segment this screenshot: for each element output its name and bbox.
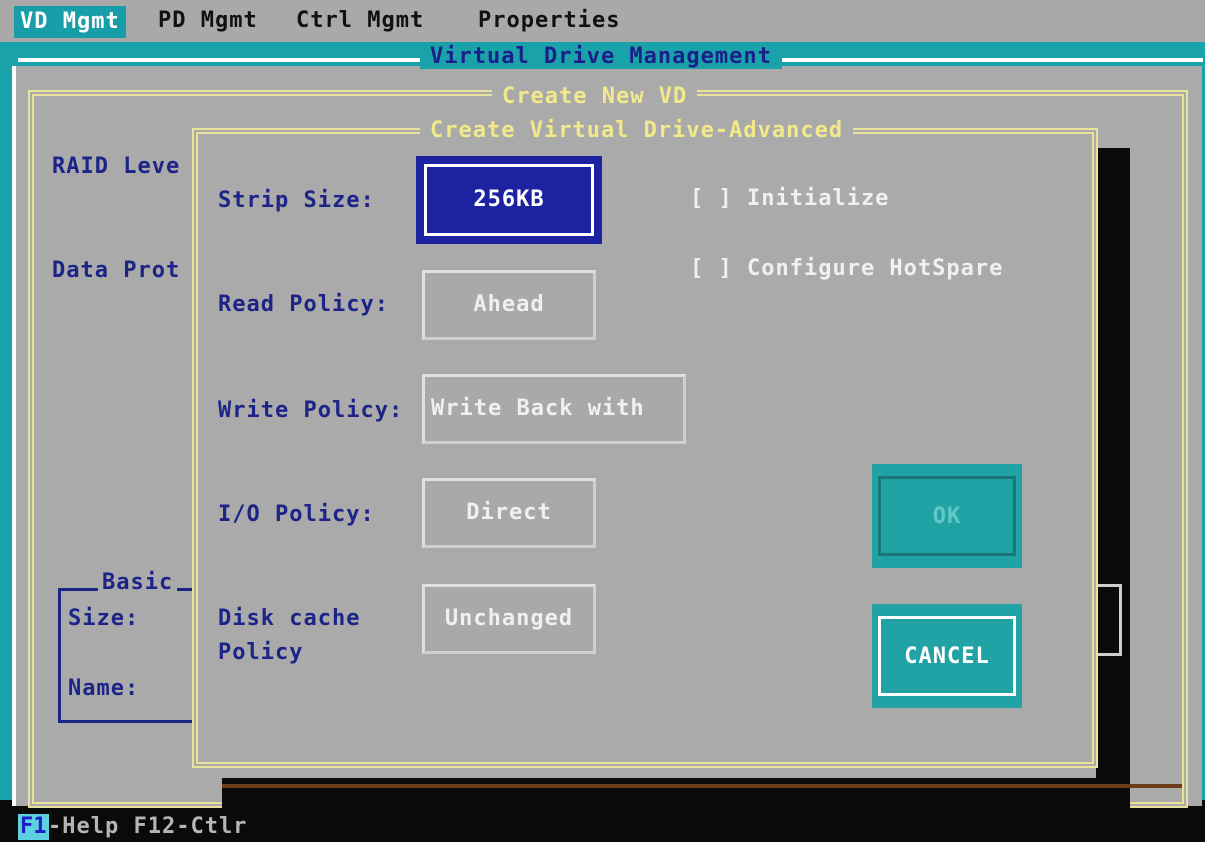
menu-ctrl-mgmt[interactable]: Ctrl Mgmt [296,8,424,33]
window-title: Virtual Drive Management [420,44,782,69]
basic-group-title: Basic [98,570,178,595]
write-policy-select[interactable]: Write Back with [422,374,686,444]
size-label: Size: [68,606,140,631]
strip-size-label: Strip Size: [218,188,375,213]
configure-hotspare-checkbox[interactable]: [ ] Configure HotSpare [690,256,1003,281]
menu-bar: VD Mgmt PD Mgmt Ctrl Mgmt Properties [0,0,1205,42]
raid-level-label: RAID Leve [52,154,181,179]
menu-vd-mgmt[interactable]: VD Mgmt [14,6,126,38]
f1-help-key[interactable]: F1 [18,814,49,840]
cancel-button-label: CANCEL [878,616,1016,696]
ok-button-label: OK [878,476,1016,556]
advanced-dialog-title: Create Virtual Drive-Advanced [420,118,854,143]
menu-properties[interactable]: Properties [478,8,620,33]
ok-button[interactable]: OK [872,464,1022,568]
disk-cache-label-line1: Disk cache [218,606,361,631]
status-help-text: -Help F12-Ctlr [48,814,248,839]
data-protection-label: Data Prot [52,258,181,283]
io-policy-select[interactable]: Direct [422,478,596,548]
background-field-edge [1096,584,1122,656]
name-label: Name: [68,676,140,701]
disk-cache-policy-select[interactable]: Unchanged [422,584,596,654]
write-policy-label: Write Policy: [218,398,404,423]
strip-size-select[interactable]: 256KB [424,164,594,236]
create-panel-title: Create New VD [492,84,698,109]
dialog-shadow [1096,148,1130,816]
disk-cache-label-line2: Policy [218,640,304,665]
cancel-button[interactable]: CANCEL [872,604,1022,708]
io-policy-label: I/O Policy: [218,502,375,527]
read-policy-select[interactable]: Ahead [422,270,596,340]
menu-pd-mgmt[interactable]: PD Mgmt [158,8,258,33]
read-policy-label: Read Policy: [218,292,389,317]
initialize-checkbox[interactable]: [ ] Initialize [690,186,889,211]
divider [222,784,1182,788]
